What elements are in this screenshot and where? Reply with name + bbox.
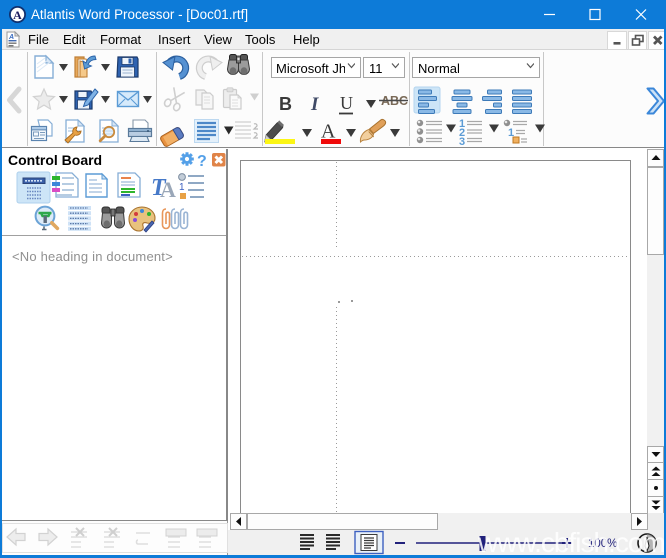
svg-text:A: A — [8, 34, 14, 41]
svg-text:1: 1 — [179, 182, 185, 193]
svg-text:I: I — [310, 94, 319, 115]
svg-text:B: B — [279, 94, 292, 114]
svg-text:A: A — [160, 177, 176, 202]
svg-text:3: 3 — [459, 136, 465, 148]
svg-text:U: U — [340, 93, 353, 113]
svg-text:A: A — [13, 8, 22, 22]
svg-text:?: ? — [197, 153, 207, 170]
